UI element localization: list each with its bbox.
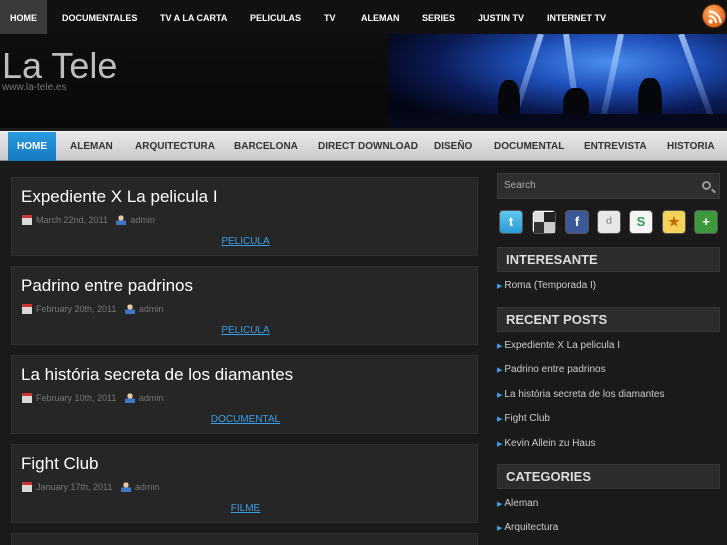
interesante-link[interactable]: ▶ Roma (Temporada I) bbox=[497, 280, 596, 291]
top-nav-home[interactable]: HOME bbox=[0, 0, 47, 34]
top-nav-series[interactable]: SERIES bbox=[422, 0, 455, 34]
post-category-link[interactable]: FILME bbox=[12, 503, 479, 514]
post-card: Expediente X La pelicula I March 22nd, 2… bbox=[11, 177, 478, 256]
post-category-link[interactable]: DOCUMENTAL bbox=[12, 414, 479, 425]
main-nav-entrevista[interactable]: ENTREVISTA bbox=[584, 132, 647, 161]
category-link[interactable]: ▶ Arquitectura bbox=[497, 522, 558, 533]
main-nav-barcelona[interactable]: BARCELONA bbox=[234, 132, 298, 161]
stumbleupon-icon[interactable]: S bbox=[629, 210, 653, 234]
recent-post-link[interactable]: ▶ Expediente X La pelicula I bbox=[497, 340, 620, 351]
main-nav-documental[interactable]: DOCUMENTAL bbox=[494, 132, 564, 161]
post-author[interactable]: admin bbox=[139, 393, 164, 403]
post-date: February 10th, 2011 bbox=[36, 393, 117, 403]
post-title[interactable]: Fight Club bbox=[21, 454, 98, 474]
widget-title-categories: CATEGORIES bbox=[497, 464, 720, 489]
post-card: Padrino entre padrinos February 20th, 20… bbox=[11, 266, 478, 345]
add-icon[interactable]: + bbox=[694, 210, 718, 234]
top-nav-justin-tv[interactable]: JUSTIN TV bbox=[478, 0, 524, 34]
post-card: Fight Club January 17th, 2011 admin FILM… bbox=[11, 444, 478, 523]
post-date: February 20th, 2011 bbox=[36, 304, 117, 314]
post-meta: March 22nd, 2011 admin bbox=[22, 215, 155, 225]
main-navigation: HOME ALEMAN ARQUITECTURA BARCELONA DIREC… bbox=[0, 131, 727, 161]
author-icon bbox=[116, 215, 127, 225]
top-nav-tv-a-la-carta[interactable]: TV A LA CARTA bbox=[160, 0, 227, 34]
main-nav-diseno[interactable]: DISEÑO bbox=[434, 132, 472, 161]
author-icon bbox=[124, 393, 135, 403]
recent-post-link[interactable]: ▶ La história secreta de los diamantes bbox=[497, 389, 664, 400]
top-navigation: HOME DOCUMENTALES TV A LA CARTA PELICULA… bbox=[0, 0, 727, 34]
header-banner-image bbox=[388, 34, 727, 128]
main-nav-aleman[interactable]: ALEMAN bbox=[70, 132, 113, 161]
category-link[interactable]: ▶ Aleman bbox=[497, 498, 538, 509]
post-author[interactable]: admin bbox=[130, 215, 155, 225]
post-author[interactable]: admin bbox=[135, 482, 160, 492]
post-title[interactable]: La história secreta de los diamantes bbox=[21, 365, 293, 385]
search-placeholder: Search bbox=[504, 180, 536, 191]
calendar-icon bbox=[22, 393, 32, 403]
post-title[interactable]: Padrino entre padrinos bbox=[21, 276, 193, 296]
author-icon bbox=[124, 304, 135, 314]
main-nav-arquitectura[interactable]: ARQUITECTURA bbox=[135, 132, 215, 161]
search-input[interactable]: Search bbox=[497, 173, 720, 199]
facebook-icon[interactable]: f bbox=[565, 210, 589, 234]
recent-post-link[interactable]: ▶ Kevin Allein zu Haus bbox=[497, 438, 596, 449]
twitter-icon[interactable]: t bbox=[499, 210, 523, 234]
recent-post-link[interactable]: ▶ Padrino entre padrinos bbox=[497, 364, 606, 375]
site-url: www.la-tele.es bbox=[2, 82, 67, 93]
post-category-link[interactable]: PELICULA bbox=[12, 325, 479, 336]
post-meta: February 10th, 2011 admin bbox=[22, 393, 163, 403]
recent-post-link[interactable]: ▶ Fight Club bbox=[497, 413, 550, 424]
post-date: March 22nd, 2011 bbox=[36, 215, 108, 225]
site-header: La Tele www.la-tele.es bbox=[0, 34, 727, 128]
delicious-icon[interactable] bbox=[532, 210, 556, 234]
post-author[interactable]: admin bbox=[139, 304, 164, 314]
post-card-partial bbox=[11, 533, 478, 545]
calendar-icon bbox=[22, 215, 32, 225]
main-nav-historia[interactable]: HISTORIA bbox=[667, 132, 715, 161]
search-icon[interactable] bbox=[702, 181, 711, 190]
main-nav-home[interactable]: HOME bbox=[8, 132, 56, 161]
widget-title-interesante: INTERESANTE bbox=[497, 247, 720, 272]
post-date: January 17th, 2011 bbox=[36, 482, 113, 492]
calendar-icon bbox=[22, 304, 32, 314]
rss-icon[interactable] bbox=[702, 4, 726, 28]
top-nav-internet-tv[interactable]: INTERNET TV bbox=[547, 0, 606, 34]
site-title[interactable]: La Tele bbox=[2, 45, 117, 87]
top-nav-tv[interactable]: TV bbox=[324, 0, 336, 34]
top-nav-peliculas[interactable]: PELICULAS bbox=[250, 0, 301, 34]
top-nav-aleman[interactable]: ALEMAN bbox=[361, 0, 400, 34]
favorites-icon[interactable]: ★ bbox=[662, 210, 686, 234]
post-meta: January 17th, 2011 admin bbox=[22, 482, 159, 492]
calendar-icon bbox=[22, 482, 32, 492]
post-card: La história secreta de los diamantes Feb… bbox=[11, 355, 478, 434]
digg-icon[interactable]: d bbox=[597, 210, 621, 234]
top-nav-documentales[interactable]: DOCUMENTALES bbox=[62, 0, 137, 34]
post-category-link[interactable]: PELICULA bbox=[12, 236, 479, 247]
author-icon bbox=[120, 482, 131, 492]
post-meta: February 20th, 2011 admin bbox=[22, 304, 163, 314]
main-nav-direct-download[interactable]: DIRECT DOWNLOAD bbox=[318, 132, 418, 161]
widget-title-recent-posts: RECENT POSTS bbox=[497, 307, 720, 332]
post-title[interactable]: Expediente X La pelicula I bbox=[21, 187, 218, 207]
